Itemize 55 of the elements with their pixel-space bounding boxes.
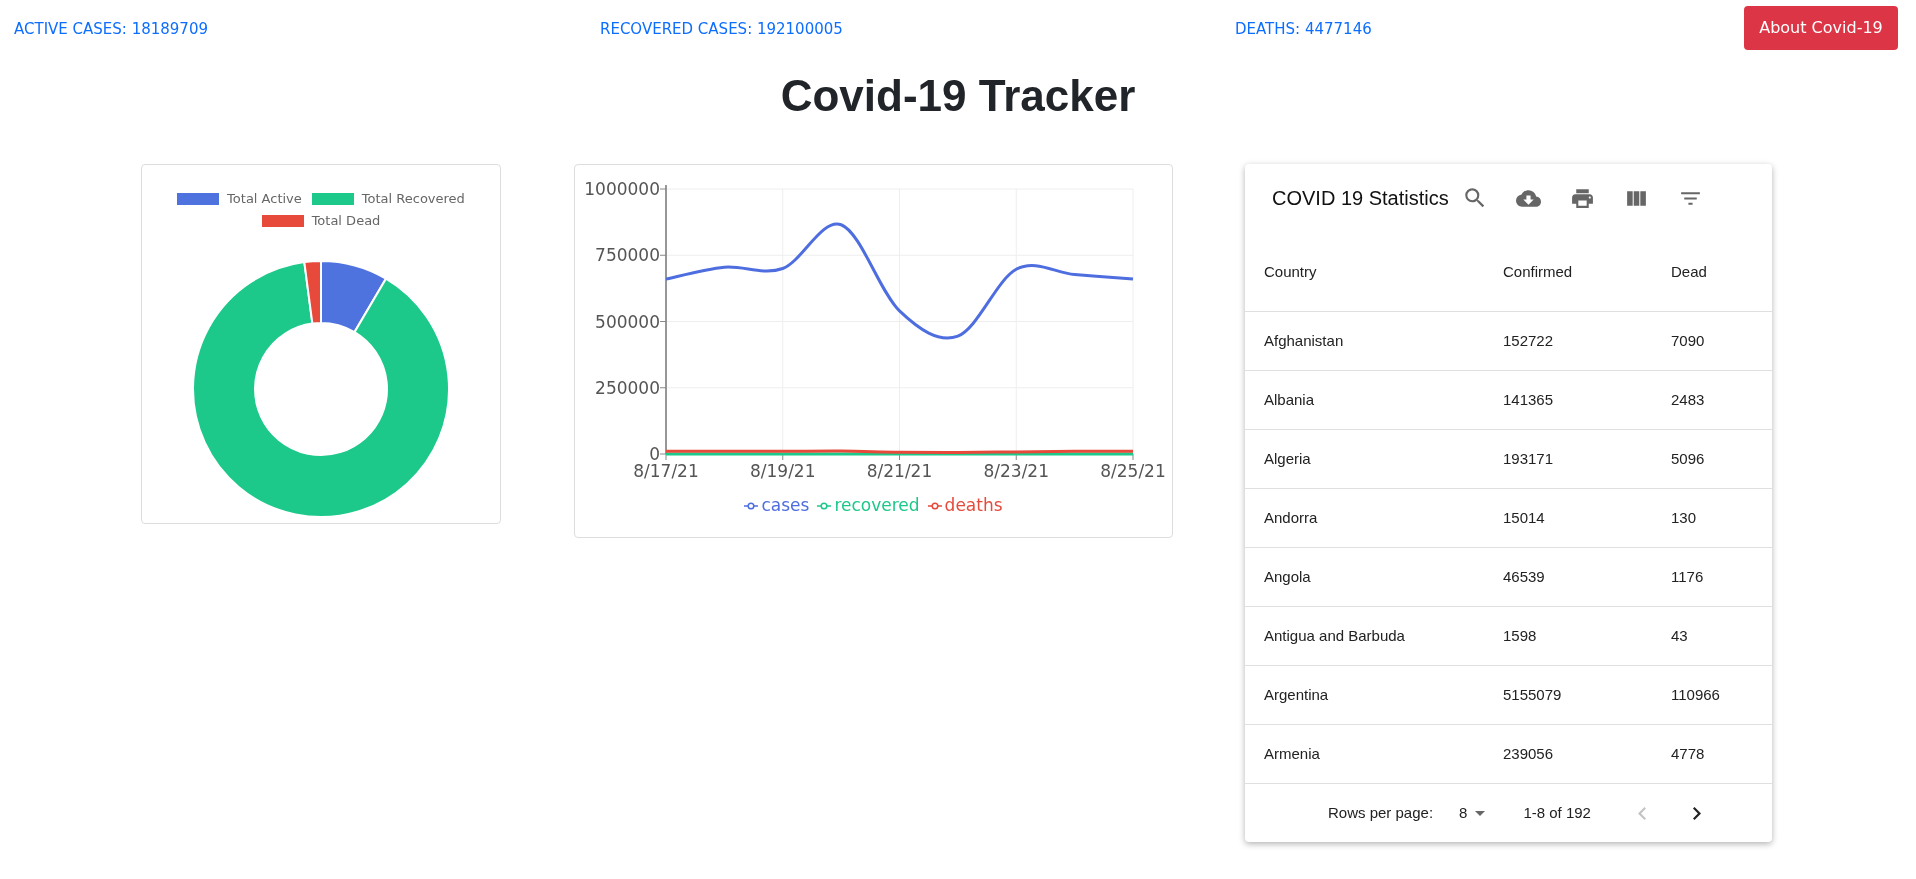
table-cell: 1598 (1503, 627, 1537, 644)
table-cell: Angola (1264, 568, 1311, 585)
page-range: 1-8 of 192 (1523, 802, 1591, 823)
y-tick-label: 500000 (595, 311, 660, 332)
table-cell: Andorra (1264, 509, 1318, 526)
x-tick-label: 8/21/21 (866, 461, 933, 481)
column-header[interactable]: Confirmed (1503, 262, 1573, 280)
table-cell: 5155079 (1503, 686, 1562, 703)
rows-per-page-label: Rows per page: (1328, 802, 1434, 823)
stat-link[interactable]: DEATHS: 4477146 (1235, 18, 1372, 41)
caret-icon (1475, 810, 1486, 816)
stat-link[interactable]: RECOVERED CASES: 192100005 (600, 18, 843, 41)
table-cell: 193171 (1503, 450, 1554, 467)
legend-label: Total Recovered (361, 191, 465, 207)
table-cell: Algeria (1264, 450, 1311, 467)
y-tick-label: 250000 (595, 377, 660, 398)
x-tick-label: 8/23/21 (983, 461, 1049, 481)
page-title: Covid-19 Tracker (780, 70, 1136, 122)
table-cell: 130 (1671, 509, 1697, 526)
column-header[interactable]: Dead (1671, 262, 1707, 280)
legend-label: recovered (834, 494, 920, 517)
table-cell: 1176 (1671, 568, 1704, 585)
table-cell: Antigua and Barbuda (1264, 627, 1405, 644)
y-tick-label: 750000 (595, 245, 660, 266)
table-cell: 15014 (1503, 509, 1545, 526)
table-cell: 7090 (1671, 332, 1705, 349)
table-cell: 46539 (1503, 568, 1545, 585)
table-cell: 239056 (1503, 745, 1554, 762)
table-cell: 141365 (1503, 391, 1554, 408)
about-button[interactable]: About Covid-19 (1744, 6, 1898, 50)
table-cell: 2483 (1671, 391, 1705, 408)
y-tick-label: 1000000 (584, 179, 660, 199)
table-cell: Armenia (1264, 745, 1320, 762)
table-cell: 110966 (1671, 686, 1720, 703)
x-tick-label: 8/25/21 (1100, 461, 1166, 481)
table-cell: Argentina (1264, 686, 1329, 703)
rows-per-page-select[interactable]: 8 (1459, 801, 1486, 825)
x-tick-label: 8/17/21 (633, 461, 699, 481)
table-cell: Albania (1264, 391, 1315, 408)
legend-label: deaths (944, 494, 1003, 517)
table-cell: 43 (1671, 627, 1688, 644)
table-cell: 5096 (1671, 450, 1705, 467)
table-cell: 4778 (1671, 745, 1705, 762)
legend-label: cases (761, 494, 810, 517)
table-cell: Afghanistan (1264, 332, 1344, 349)
column-header[interactable]: Country (1264, 262, 1317, 280)
x-tick-label: 8/19/21 (750, 461, 816, 481)
legend-label: Total Active (227, 191, 302, 207)
table-title: COVID 19 Statistics (1272, 186, 1449, 211)
table-cell: 152722 (1503, 332, 1554, 349)
stat-link[interactable]: ACTIVE CASES: 18189709 (14, 18, 208, 41)
y-tick-label: 0 (649, 444, 660, 464)
chevron-left-icon (1637, 806, 1646, 820)
chevron-right-icon (1692, 806, 1701, 820)
legend-label: Total Dead (311, 213, 381, 229)
